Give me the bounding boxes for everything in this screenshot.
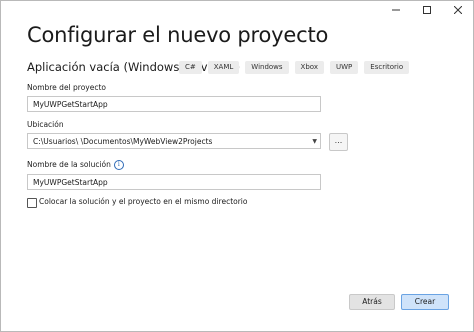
back-button[interactable]: Atrás — [349, 294, 395, 310]
info-icon[interactable]: i — [113, 160, 124, 170]
tag-uwp: UWP — [330, 61, 359, 74]
solution-name-label: Nombre de la solución — [27, 160, 111, 169]
maximize-icon — [422, 6, 431, 14]
chevron-down-icon: ▼ — [312, 138, 317, 145]
minimize-button[interactable] — [380, 1, 411, 19]
solution-name-input[interactable]: MyUWPGetStartApp — [27, 174, 321, 190]
maximize-button[interactable] — [411, 1, 442, 19]
location-combobox[interactable]: C:\Usuarios\ \Documentos\MyWebView2Proje… — [27, 133, 321, 149]
minimize-icon — [391, 9, 400, 11]
tag-escritorio: Escritorio — [364, 61, 410, 74]
same-directory-label[interactable]: Colocar la solución y el proyecto en el … — [39, 197, 247, 206]
location-value: C:\Usuarios\ \Documentos\MyWebView2Proje… — [33, 137, 213, 146]
project-name-label: Nombre del proyecto — [27, 83, 106, 92]
browse-button[interactable]: ... — [329, 133, 348, 151]
location-label: Ubicación — [27, 120, 64, 129]
tag-csharp: C# — [179, 61, 202, 74]
tag-windows: Windows — [245, 61, 289, 74]
same-directory-checkbox[interactable] — [27, 198, 37, 208]
dialog-window: Configurar el nuevo proyecto Aplicación … — [0, 0, 474, 332]
create-button[interactable]: Crear — [401, 294, 449, 310]
title-bar-controls — [380, 1, 473, 19]
page-title: Configurar el nuevo proyecto — [27, 23, 329, 47]
project-name-input[interactable]: MyUWPGetStartApp — [27, 96, 321, 112]
close-icon — [453, 6, 462, 14]
template-tags: C# XAML Windows Xbox UWP Escritorio — [179, 61, 410, 74]
solution-name-label-row: Nombre de la solución i — [27, 160, 124, 170]
tag-xbox: Xbox — [294, 61, 324, 74]
tag-xaml: XAML — [207, 61, 240, 74]
close-button[interactable] — [442, 1, 473, 19]
